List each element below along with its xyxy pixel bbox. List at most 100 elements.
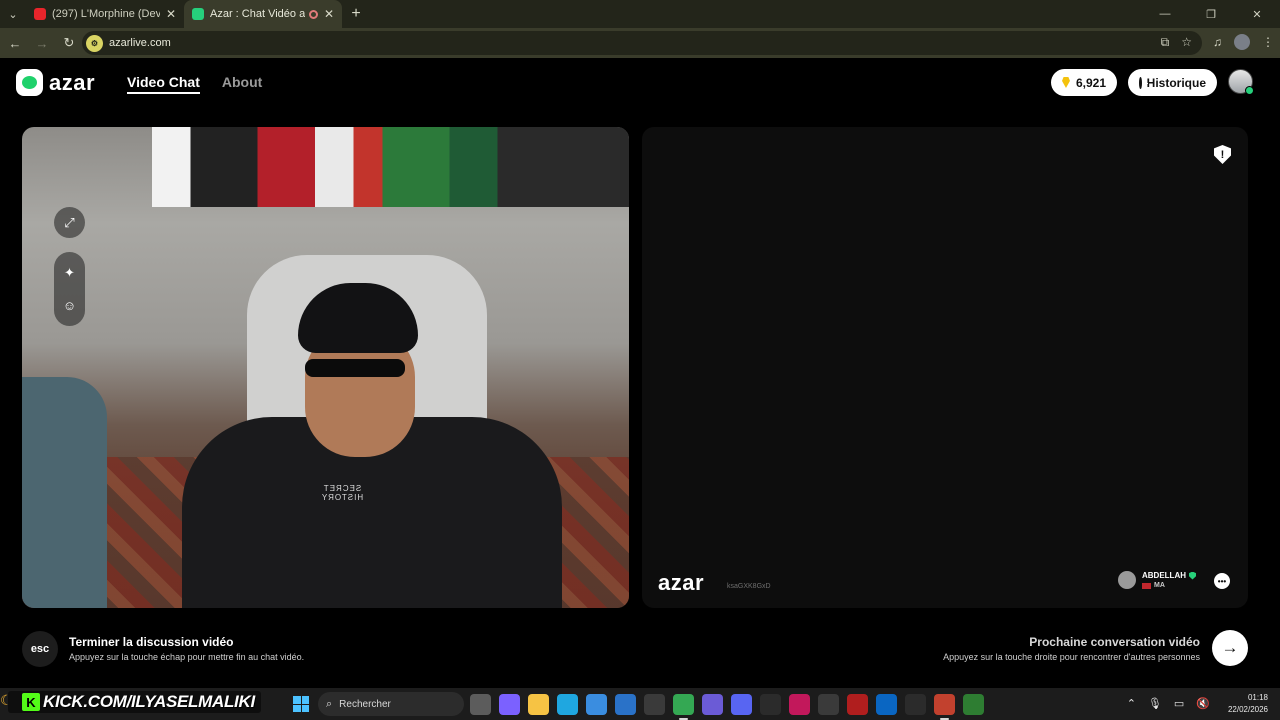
gems-balance-button[interactable]: 6,921: [1051, 69, 1117, 96]
close-tab-icon[interactable]: ✕: [166, 7, 176, 21]
task-view-icon[interactable]: [470, 694, 491, 715]
peer-name-row: ABDELLAH: [1142, 571, 1196, 580]
peer-country-row: MA: [1142, 582, 1196, 589]
history-label: Historique: [1146, 75, 1206, 90]
close-window-icon[interactable]: ✕: [1234, 0, 1280, 28]
video-tools: ⤢ ✦ ☺: [54, 207, 86, 326]
linkedin-icon[interactable]: [876, 694, 897, 715]
kick-logo-icon: K: [22, 693, 40, 711]
address-bar[interactable]: ⚙ azarlive.com ⧉ ☆: [82, 31, 1202, 55]
taskbar-search[interactable]: ⌕ Rechercher: [318, 692, 464, 716]
azar-logo[interactable]: azar: [16, 69, 95, 96]
discord-icon[interactable]: [731, 694, 752, 715]
player-icon[interactable]: [905, 694, 926, 715]
windows-start-icon[interactable]: [293, 696, 309, 712]
peer-info[interactable]: ABDELLAH MA: [1118, 571, 1196, 589]
clock-icon: [1139, 76, 1147, 89]
kick-stream-overlay: K KICK.COM/ILYASELMALIKI: [8, 691, 261, 713]
mail-icon[interactable]: [615, 694, 636, 715]
magic-wand-icon[interactable]: ✦: [54, 257, 85, 288]
edge-icon[interactable]: [557, 694, 578, 715]
microphone-icon[interactable]: 🎙: [1148, 697, 1162, 710]
gamepad-icon[interactable]: [702, 694, 723, 715]
user-avatar[interactable]: [1228, 69, 1254, 95]
morocco-flag-icon: [1142, 582, 1151, 589]
remote-video: ! azar ksaGXK8GxD ABDELLAH MA •••: [642, 127, 1248, 608]
verified-badge-icon: [1189, 571, 1196, 580]
tray-overflow-icon[interactable]: ⌃: [1127, 697, 1136, 710]
affinity-icon[interactable]: [789, 694, 810, 715]
end-chat-title: Terminer la discussion vidéo: [69, 635, 234, 649]
back-icon[interactable]: ←: [3, 31, 27, 55]
streamlabs-icon[interactable]: [934, 694, 955, 720]
media-controls-icon[interactable]: ♫: [1213, 35, 1222, 49]
browser-menu-icon[interactable]: ⋮: [1262, 35, 1274, 49]
report-shield-icon[interactable]: !: [1214, 145, 1231, 164]
tab-azar[interactable]: Azar : Chat Vidéo avec de n... ✕: [184, 0, 342, 28]
video-editor-icon[interactable]: [847, 694, 868, 715]
end-chat-button[interactable]: esc: [22, 631, 58, 667]
gem-icon: [1062, 77, 1070, 88]
copilot-icon[interactable]: [499, 694, 520, 715]
chrome-icon[interactable]: [673, 694, 694, 720]
history-button[interactable]: Historique: [1128, 69, 1217, 96]
store-icon[interactable]: [586, 694, 607, 715]
gems-count: 6,921: [1075, 75, 1106, 90]
display-icon[interactable]: ▭: [1174, 697, 1184, 710]
local-video: SECRET HISTORY ⤢ ✦ ☺: [22, 127, 629, 608]
chat-bubble-icon[interactable]: •••: [1214, 573, 1230, 589]
next-chat-title: Prochaine conversation vidéo: [1029, 635, 1200, 649]
clock-date: 22/02/2026: [1227, 705, 1268, 714]
effects-group: ✦ ☺: [54, 252, 85, 326]
nav-video-chat[interactable]: Video Chat: [127, 74, 200, 94]
youtube-favicon-icon: [34, 8, 46, 20]
search-icon: ⌕: [326, 697, 333, 710]
main-nav: Video Chat About: [127, 74, 262, 94]
person-sunglasses: [305, 359, 405, 377]
search-placeholder: Rechercher: [339, 698, 391, 710]
azar-favicon-icon: [192, 8, 204, 20]
browser-toolbar: ← → ↻ ⚙ azarlive.com ⧉ ☆ ♫ ⋮: [0, 28, 1280, 58]
nav-about[interactable]: About: [222, 74, 262, 94]
sticker-face-icon[interactable]: ☺: [54, 290, 85, 321]
azar-logo-icon: [16, 69, 43, 96]
system-tray: ⌃ 🎙 ▭ 🔇: [1127, 697, 1210, 710]
forward-icon[interactable]: →: [30, 31, 54, 55]
kick-app-icon[interactable]: [963, 694, 984, 715]
tab-youtube[interactable]: (297) L'Morphine (Devinette) A... ✕: [26, 0, 184, 28]
end-chat-subtitle: Appuyez sur la touche échap pour mettre …: [69, 652, 305, 662]
url-text: azarlive.com: [109, 37, 171, 49]
obs-icon[interactable]: [818, 694, 839, 715]
speaker-muted-icon[interactable]: 🔇: [1196, 697, 1210, 710]
peer-name: ABDELLAH: [1142, 571, 1186, 580]
azar-page: azar Video Chat About 6,921 Historique S…: [0, 58, 1280, 688]
peer-country: MA: [1154, 582, 1165, 589]
kick-overlay-text: KICK.COM/ILYASELMALIKI: [43, 692, 255, 711]
taskbar-clock[interactable]: 01:18 22/02/2026: [1228, 692, 1268, 716]
windows-taskbar: ☾ K KICK.COM/ILYASELMALIKI ⌕ Rechercher …: [0, 688, 1280, 720]
tab-search-icon[interactable]: ⌄: [0, 0, 26, 28]
restore-icon[interactable]: ❐: [1188, 0, 1234, 28]
peer-avatar-icon: [1118, 571, 1136, 589]
github-icon[interactable]: [760, 694, 781, 715]
tab-title: Azar : Chat Vidéo avec de n...: [210, 8, 305, 20]
cast-icon[interactable]: ⧉: [1161, 35, 1170, 50]
jerseys-background: [152, 127, 629, 207]
site-info-icon[interactable]: ⚙: [86, 34, 103, 52]
side-chair: [22, 377, 107, 608]
screenshot-icon[interactable]: [644, 694, 665, 715]
bookmark-star-icon[interactable]: ☆: [1181, 35, 1192, 50]
expand-icon[interactable]: ⤢: [54, 207, 85, 238]
next-chat-button[interactable]: →: [1212, 630, 1248, 666]
browser-profile-icon[interactable]: [1234, 34, 1250, 50]
minimize-icon[interactable]: —: [1142, 0, 1188, 28]
browser-tab-strip: ⌄ (297) L'Morphine (Devinette) A... ✕ Az…: [0, 0, 1280, 28]
close-tab-icon[interactable]: ✕: [324, 7, 334, 21]
reload-icon[interactable]: ↻: [57, 31, 81, 55]
hoodie-print: SECRET HISTORY: [320, 484, 364, 502]
new-tab-button[interactable]: +: [342, 5, 370, 23]
recording-icon: [308, 9, 318, 19]
clock-time: 01:18: [1247, 693, 1268, 702]
online-status-icon: [1245, 86, 1254, 95]
file-explorer-icon[interactable]: [528, 694, 549, 715]
